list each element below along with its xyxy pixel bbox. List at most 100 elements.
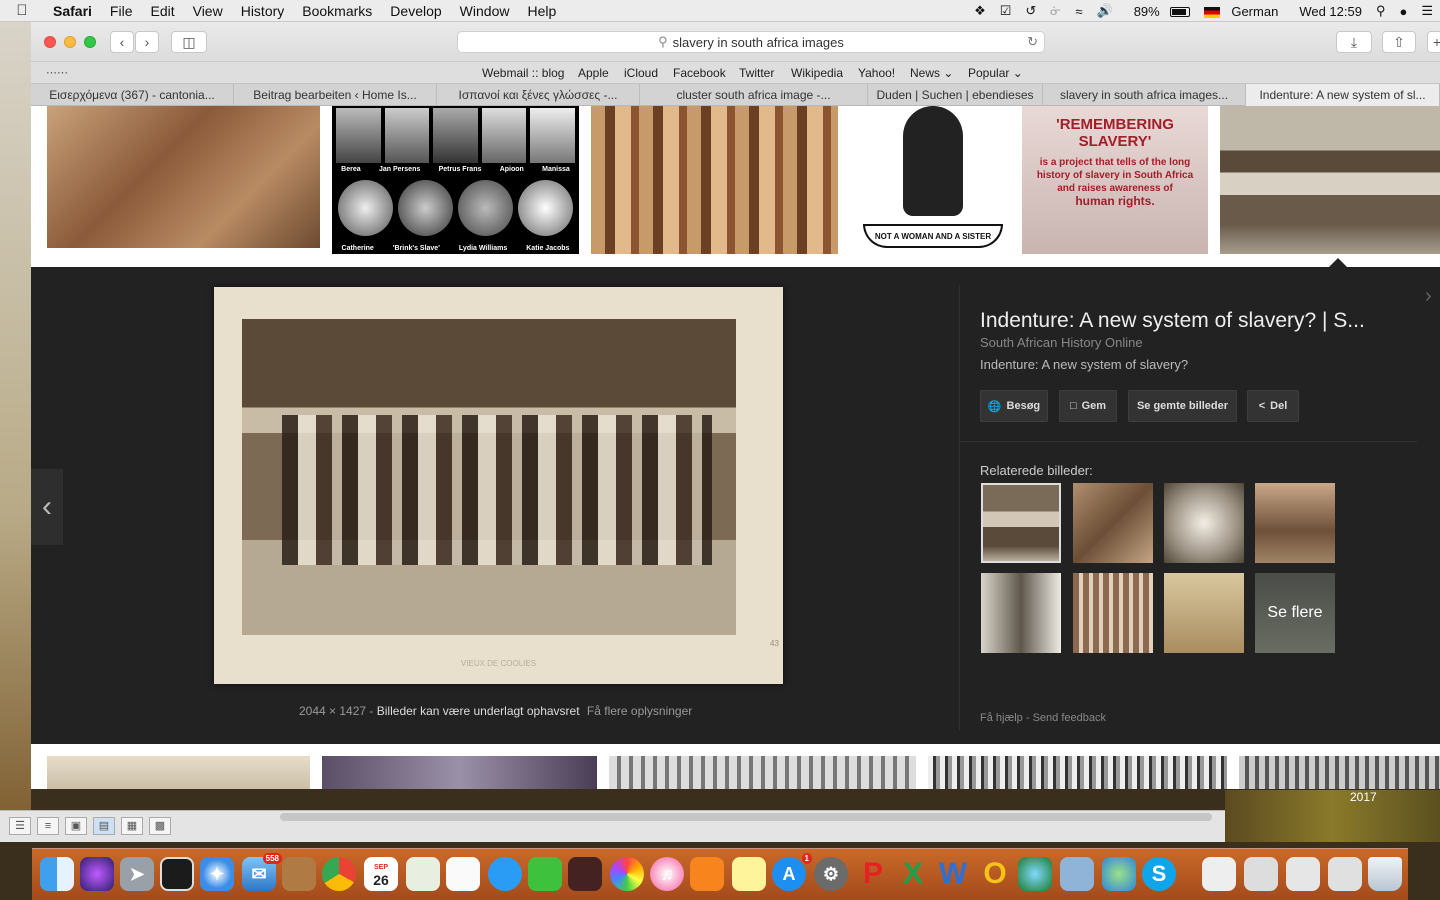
apple-icon[interactable]:  [0, 2, 44, 19]
result-thumb-9[interactable] [609, 756, 916, 789]
people-app-icon[interactable] [1102, 857, 1136, 891]
menu-edit[interactable]: Edit [141, 3, 183, 19]
app-store-icon[interactable]: A1 [772, 853, 812, 891]
result-thumb-11[interactable] [1239, 756, 1440, 789]
fav-news[interactable]: News ⌄ [910, 66, 953, 80]
outlook-icon[interactable]: O [978, 857, 1012, 891]
check-icon[interactable]: ☑ [993, 3, 1019, 19]
reload-icon[interactable]: ↻ [1027, 34, 1038, 50]
mail-icon[interactable]: ✉ 558 [242, 853, 282, 891]
result-thumb-5[interactable]: 'REMEMBERING SLAVERY' is a project that … [1022, 106, 1208, 254]
itunes-icon[interactable]: ♫ [650, 857, 684, 891]
related-image-3[interactable] [1164, 483, 1244, 563]
close-viewer-icon[interactable]: › [1425, 285, 1432, 308]
system-preferences-icon[interactable]: ⚙ [814, 857, 848, 891]
downloads-icon[interactable]: ⤓ [1336, 31, 1372, 53]
result-thumb-2[interactable]: Berea Jan Persens Petrus Frans Apioon Maniss… [332, 106, 579, 254]
close-window-button[interactable] [44, 36, 56, 48]
notification-center-icon[interactable]: ☰ [1414, 3, 1440, 19]
ibooks-icon[interactable] [690, 857, 724, 891]
related-image-7[interactable] [1164, 573, 1244, 653]
visit-button[interactable]: 🌐 Besøg [980, 390, 1048, 422]
saved-images-button[interactable]: Se gemte billeder [1128, 390, 1237, 422]
related-image-6[interactable] [1073, 573, 1153, 653]
see-more-button[interactable]: Se flere [1255, 573, 1335, 653]
wifi-icon[interactable]: ≈ [1068, 4, 1089, 19]
tab-inbox[interactable]: Εισερχόμενα (367) - cantonia... [31, 84, 234, 106]
top-sites-icon[interactable]: ⋯⋯ [46, 66, 68, 79]
trash-icon[interactable] [1368, 857, 1402, 891]
battery-status[interactable]: 89% [1120, 4, 1198, 19]
horizontal-scrollbar[interactable] [280, 813, 1212, 821]
related-image-5[interactable] [981, 573, 1061, 653]
view-outline-icon[interactable]: ≡ [37, 817, 59, 835]
save-button[interactable]: □ Gem [1059, 390, 1117, 422]
menu-file[interactable]: File [101, 3, 142, 19]
result-thumb-3[interactable] [591, 106, 838, 254]
result-thumb-8[interactable] [322, 756, 597, 789]
previous-image-button[interactable]: ‹ [31, 469, 63, 545]
menu-develop[interactable]: Develop [381, 3, 450, 19]
view-page-icon[interactable]: ▤ [93, 817, 115, 835]
help-link[interactable]: Få hjælp [980, 712, 1023, 724]
related-image-2[interactable] [1073, 483, 1153, 563]
menu-help[interactable]: Help [518, 3, 565, 19]
tab-duden[interactable]: Duden | Suchen | ebendieses [868, 84, 1043, 106]
address-bar[interactable]: ⚲ slavery in south africa images ↻ [457, 31, 1045, 53]
share-icon[interactable]: ⇧ [1382, 31, 1416, 53]
back-button[interactable]: ‹ [110, 31, 134, 53]
fav-apple[interactable]: Apple [578, 66, 609, 80]
feedback-link[interactable]: Send feedback [1033, 712, 1106, 724]
fav-webmail[interactable]: Webmail :: blog [482, 66, 564, 80]
time-machine-icon[interactable]: ↺ [1018, 3, 1043, 19]
menu-history[interactable]: History [232, 3, 294, 19]
menu-app[interactable]: Safari [44, 3, 101, 19]
spotlight-icon[interactable]: ⚲ [1369, 3, 1393, 19]
main-image[interactable]: VIEUX DE COOLIES 43 [214, 287, 783, 684]
chrome-icon[interactable] [322, 857, 356, 891]
result-thumb-7[interactable] [47, 756, 310, 789]
view-thumbnail-icon[interactable]: ▣ [65, 817, 87, 835]
tab-beitrag[interactable]: Beitrag bearbeiten ‹ Home Is... [234, 84, 437, 106]
image-title-link[interactable]: Indenture: A new system of slavery? | S.… [980, 309, 1365, 333]
photo-booth-icon[interactable] [568, 857, 602, 891]
menu-window[interactable]: Window [451, 3, 519, 19]
calendar-icon[interactable]: SEP 26 [364, 857, 398, 891]
launchpad-icon[interactable]: ➤ [120, 857, 154, 891]
tab-slavery-images[interactable]: slavery in south africa images... [1043, 84, 1246, 106]
excel-icon[interactable]: X [896, 857, 930, 891]
tab-indenture[interactable]: Indenture: A new system of sl... [1246, 84, 1440, 106]
word-icon[interactable]: W [936, 857, 970, 891]
finder-icon[interactable] [40, 857, 74, 891]
minimize-window-button[interactable] [64, 36, 76, 48]
fav-icloud[interactable]: iCloud [624, 66, 658, 80]
forward-button[interactable]: › [135, 31, 159, 53]
messages-icon[interactable] [488, 857, 522, 891]
reminders-icon[interactable] [446, 857, 480, 891]
powerpoint-icon[interactable]: P [856, 857, 890, 891]
skype-icon[interactable]: S [1142, 857, 1176, 891]
new-tab-icon[interactable]: + [1427, 31, 1440, 53]
fav-popular[interactable]: Popular ⌄ [968, 66, 1023, 80]
tab-ispanoi[interactable]: Ισπανοί και ξένες γλώσσες -... [437, 84, 640, 106]
fav-wikipedia[interactable]: Wikipedia [791, 66, 843, 80]
recent-doc-4-icon[interactable] [1328, 857, 1362, 891]
safari-icon[interactable]: ✦ [200, 857, 234, 891]
tab-cluster[interactable]: cluster south africa image -... [640, 84, 868, 106]
recent-doc-1-icon[interactable] [1202, 857, 1236, 891]
more-info-link[interactable]: Få flere oplysninger [587, 704, 692, 718]
fav-yahoo[interactable]: Yahoo! [858, 66, 895, 80]
siri-icon[interactable]: ● [1392, 4, 1414, 19]
volume-icon[interactable]: 🔊 [1090, 3, 1120, 19]
result-thumb-10[interactable] [928, 756, 1227, 789]
result-thumb-4[interactable]: NOT A WOMAN AND A SISTER [853, 106, 1013, 254]
recent-doc-3-icon[interactable] [1286, 857, 1320, 891]
view-grid-icon[interactable]: ▦ [121, 817, 143, 835]
recent-doc-2-icon[interactable] [1244, 857, 1278, 891]
result-thumb-1[interactable] [47, 106, 320, 248]
siri-icon[interactable] [80, 857, 114, 891]
contacts-icon[interactable] [282, 857, 316, 891]
share-button[interactable]: < Del [1247, 390, 1299, 422]
preview-icon[interactable] [1060, 857, 1094, 891]
related-image-1[interactable] [981, 483, 1061, 563]
